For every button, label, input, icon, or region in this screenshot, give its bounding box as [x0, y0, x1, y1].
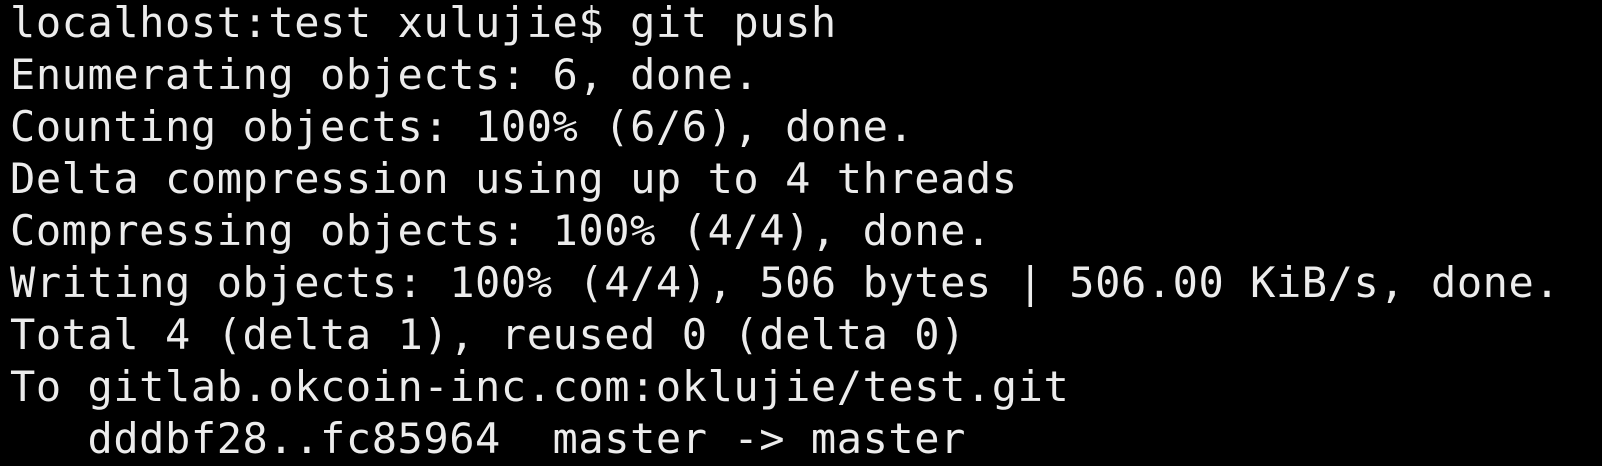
output-delta-compression: Delta compression using up to 4 threads — [10, 154, 1018, 203]
output-writing-objects: Writing objects: 100% (4/4), 506 bytes |… — [10, 258, 1561, 307]
output-compressing-objects: Compressing objects: 100% (4/4), done. — [10, 206, 992, 255]
output-counting-objects: Counting objects: 100% (6/6), done. — [10, 102, 915, 151]
prompt-command-line: localhost:test xulujie$ git push — [10, 0, 837, 47]
output-remote-destination: To gitlab.okcoin-inc.com:oklujie/test.gi… — [10, 362, 1070, 411]
output-enumerating-objects: Enumerating objects: 6, done. — [10, 50, 760, 99]
terminal-window[interactable]: localhost:test xulujie$ git push Enumera… — [0, 0, 1602, 466]
output-branch-update: dddbf28..fc85964 master -> master — [10, 414, 966, 463]
output-total-summary: Total 4 (delta 1), reused 0 (delta 0) — [10, 310, 966, 359]
